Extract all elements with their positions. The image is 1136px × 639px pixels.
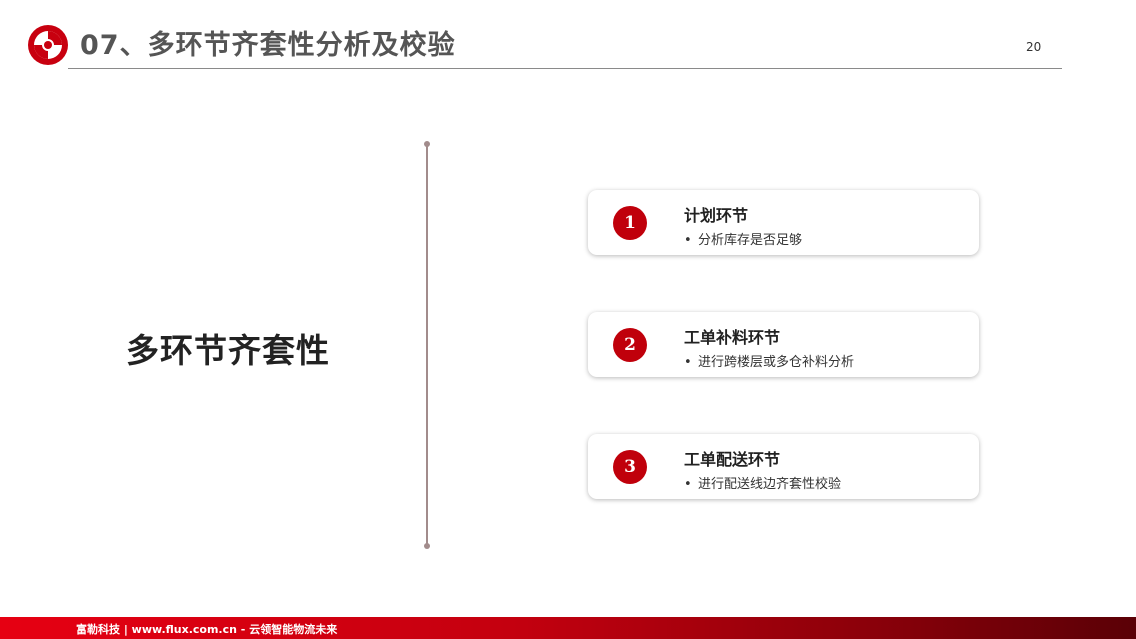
- step-card-3: 3 工单配送环节 • 进行配送线边齐套性校验: [588, 434, 979, 499]
- step-number-badge: 3: [613, 450, 647, 484]
- step-number-badge: 2: [613, 328, 647, 362]
- step-bullet: • 进行跨楼层或多仓补料分析: [684, 351, 854, 370]
- bullet-icon: •: [684, 355, 692, 370]
- bullet-icon: •: [684, 233, 692, 248]
- step-title: 工单配送环节: [684, 450, 781, 469]
- vertical-divider: [426, 144, 428, 547]
- step-bullet-text: 分析库存是否足够: [698, 233, 803, 248]
- divider-top-dot: [424, 141, 430, 147]
- step-bullet-text: 进行配送线边齐套性校验: [698, 477, 842, 492]
- page-number: 20: [1026, 40, 1042, 54]
- step-title: 工单补料环节: [684, 328, 781, 347]
- divider-bottom-dot: [424, 543, 430, 549]
- bullet-icon: •: [684, 477, 692, 492]
- company-logo-icon: [28, 25, 68, 65]
- step-bullet-text: 进行跨楼层或多仓补料分析: [698, 355, 855, 370]
- step-bullet: • 分析库存是否足够: [684, 229, 802, 248]
- step-card-2: 2 工单补料环节 • 进行跨楼层或多仓补料分析: [588, 312, 979, 377]
- section-heading: 多环节齐套性: [126, 331, 330, 370]
- step-bullet: • 进行配送线边齐套性校验: [684, 473, 841, 492]
- step-title: 计划环节: [684, 206, 749, 225]
- page-title: 07、多环节齐套性分析及校验: [80, 30, 456, 61]
- header-divider: [68, 68, 1062, 69]
- step-number-badge: 1: [613, 206, 647, 240]
- footer-bar: 富勒科技 | www.flux.com.cn - 云领智能物流未来: [0, 617, 1136, 639]
- step-card-1: 1 计划环节 • 分析库存是否足够: [588, 190, 979, 255]
- footer-text: 富勒科技 | www.flux.com.cn - 云领智能物流未来: [76, 623, 338, 636]
